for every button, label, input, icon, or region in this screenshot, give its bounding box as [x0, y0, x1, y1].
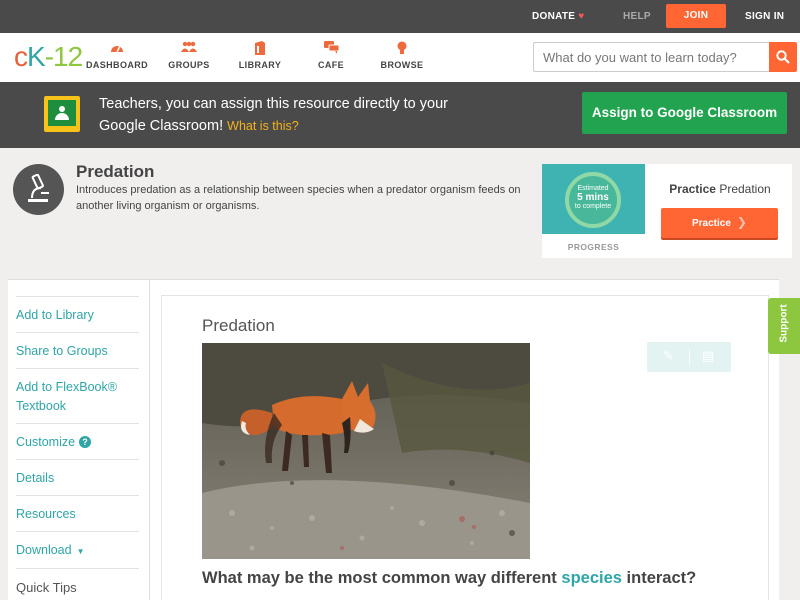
- groups-icon: [154, 41, 224, 57]
- sign-in-link[interactable]: SIGN IN: [745, 0, 784, 33]
- classroom-message: Teachers, you can assign this resource d…: [99, 96, 448, 134]
- chat-bubble-icon: [296, 41, 366, 57]
- article: Predation ✎ ▤ What may be the most commo…: [161, 295, 769, 600]
- chevron-right-icon: ❯: [736, 215, 747, 229]
- caret-down-icon: ▼: [76, 547, 85, 556]
- sidebar-item-add-to-flexbook[interactable]: Add to FlexBook® Textbook: [16, 368, 139, 416]
- notes-icon[interactable]: ▤: [702, 348, 714, 364]
- donate-label: DONATE: [532, 11, 576, 22]
- sidebar-item-quick-tips[interactable]: Quick Tips: [16, 568, 139, 597]
- sidebar-item-share-to-groups[interactable]: Share to Groups: [16, 332, 139, 361]
- dashboard-icon: [82, 41, 152, 57]
- article-question: What may be the most common way differen…: [202, 569, 697, 587]
- sidebar-item-customize[interactable]: Customize?: [16, 423, 139, 452]
- sidebar-item-download[interactable]: Download ▼: [16, 531, 139, 561]
- nav-groups[interactable]: GROUPS: [154, 41, 224, 70]
- species-link[interactable]: species: [561, 569, 622, 587]
- what-is-this-link[interactable]: What is this?: [227, 119, 299, 133]
- nav-dashboard[interactable]: DASHBOARD: [82, 41, 152, 70]
- search-icon: [776, 50, 790, 64]
- ck12-logo[interactable]: cK-12: [14, 41, 83, 73]
- fox-photo: [202, 343, 530, 559]
- help-link[interactable]: HELP: [623, 0, 651, 33]
- nav-library[interactable]: LIBRARY: [225, 41, 295, 70]
- article-title: Predation: [202, 316, 275, 335]
- sidebar: Add to Library Share to Groups Add to Fl…: [8, 280, 150, 600]
- estimated-time: Estimated 5 mins to complete: [574, 185, 612, 210]
- pencil-icon[interactable]: ✎: [663, 348, 674, 364]
- help-icon[interactable]: ?: [79, 436, 92, 448]
- top-utility-bar: DONATE ♥ HELP JOIN SIGN IN: [0, 0, 800, 33]
- practice-label: Practice Predation: [669, 182, 771, 196]
- library-icon: [225, 41, 295, 57]
- assign-google-classroom-button[interactable]: Assign to Google Classroom: [582, 92, 787, 134]
- sidebar-item-details[interactable]: Details: [16, 459, 139, 488]
- support-tab[interactable]: Support: [768, 298, 800, 354]
- content-area: Add to Library Share to Groups Add to Fl…: [8, 279, 779, 600]
- practice-progress-image: Estimated 5 mins to complete: [542, 164, 645, 234]
- lesson-title: Predation: [76, 162, 155, 181]
- join-button[interactable]: JOIN: [666, 4, 726, 28]
- progress-label: PROGRESS: [567, 242, 620, 252]
- sidebar-item-add-to-library[interactable]: Add to Library: [16, 296, 139, 325]
- google-classroom-icon: [44, 96, 80, 132]
- search-button[interactable]: [769, 42, 797, 72]
- article-tools: ✎ ▤: [647, 342, 731, 372]
- lightbulb-icon: [367, 41, 437, 57]
- donate-link[interactable]: DONATE ♥: [532, 0, 585, 33]
- google-classroom-banner: Teachers, you can assign this resource d…: [0, 82, 800, 148]
- main-nav: cK-12 DASHBOARD GROUPS LIBRARY CAFE BROW…: [0, 33, 800, 82]
- microscope-icon: [13, 164, 64, 215]
- heart-icon: ♥: [578, 11, 585, 22]
- nav-browse[interactable]: BROWSE: [367, 41, 437, 70]
- fox-image: [202, 343, 530, 559]
- search-input[interactable]: [533, 42, 770, 72]
- nav-cafe[interactable]: CAFE: [296, 41, 366, 70]
- lesson-description: Introduces predation as a relationship b…: [76, 184, 521, 212]
- sidebar-item-resources[interactable]: Resources: [16, 495, 139, 524]
- practice-card: Estimated 5 mins to complete PROGRESS Pr…: [542, 164, 792, 258]
- practice-button[interactable]: Practice ❯: [661, 208, 778, 238]
